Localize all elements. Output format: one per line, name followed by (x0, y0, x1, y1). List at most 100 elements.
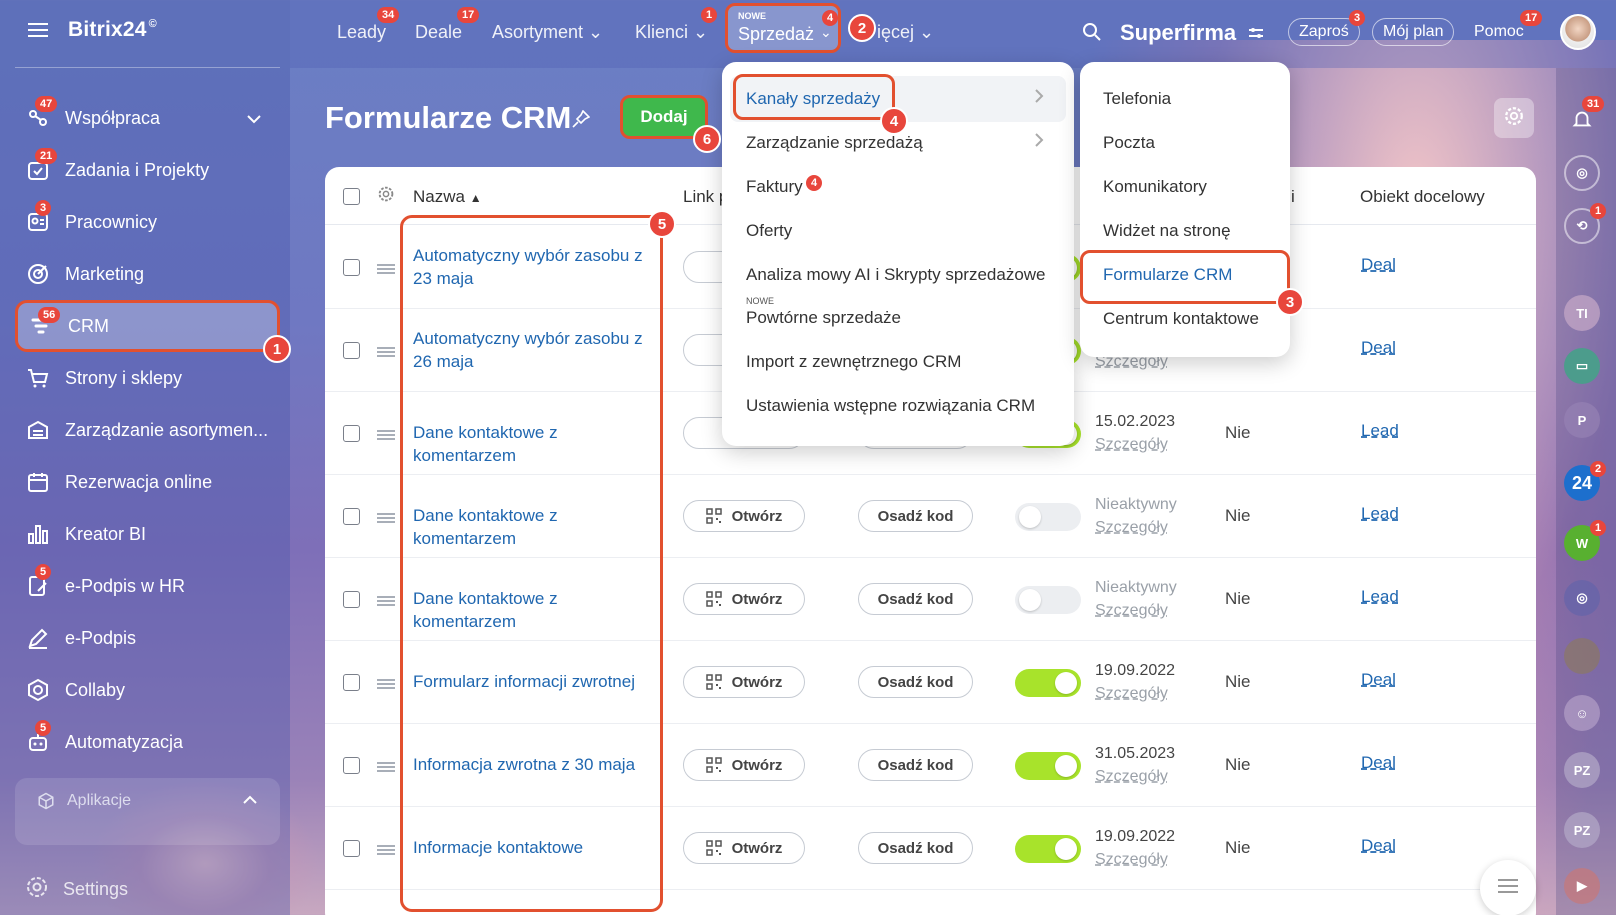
submenu-item-mail[interactable]: Poczta (1103, 133, 1155, 153)
target-object-link[interactable]: Lead (1361, 504, 1399, 524)
embed-code-button[interactable]: Osadź kod (858, 749, 973, 781)
details-link[interactable]: Szczegóły (1095, 602, 1168, 619)
drag-handle-icon[interactable] (377, 264, 395, 274)
target-object-link[interactable]: Deal (1361, 338, 1396, 358)
details-link[interactable]: Szczegóły (1095, 685, 1168, 702)
menu-item-crm-presets[interactable]: Ustawienia wstępne rozwiązania CRM (746, 396, 1035, 416)
contact-pz-avatar[interactable]: PZ (1564, 752, 1600, 788)
sidebar-item-crm[interactable]: 56 CRM (15, 300, 280, 352)
menu-item-offers[interactable]: Oferty (746, 221, 792, 241)
logo[interactable]: Bitrix24 © (68, 18, 157, 42)
row-checkbox[interactable] (343, 508, 360, 525)
open-button[interactable]: Otwórz (683, 749, 805, 781)
column-settings-gear-icon[interactable] (377, 185, 395, 208)
settings-sliders-icon[interactable] (1248, 26, 1264, 45)
row-checkbox[interactable] (343, 342, 360, 359)
submenu-item-contact-center[interactable]: Centrum kontaktowe (1103, 309, 1259, 329)
chat-bubble-icon[interactable]: ▭ (1564, 348, 1600, 384)
menu-item-sales-management[interactable]: Zarządzanie sprzedażą (746, 133, 923, 153)
company-name[interactable]: Superfirma (1120, 20, 1236, 46)
open-button[interactable]: Otwórz (683, 666, 805, 698)
embed-code-button[interactable]: Osadź kod (858, 583, 973, 615)
drag-handle-icon[interactable] (377, 762, 395, 772)
column-header-target[interactable]: Obiekt docelowy (1360, 187, 1485, 207)
sidebar-item-zadania[interactable]: 21 Zadania i Projekty (15, 144, 280, 196)
details-link[interactable]: Szczegóły (1095, 851, 1168, 868)
active-toggle[interactable] (1015, 752, 1081, 780)
nav-sprzedaz[interactable]: NOWE Sprzedaż ⌄ 4 (725, 3, 841, 53)
details-link[interactable]: Szczegóły (1095, 768, 1168, 785)
contact-ti-avatar[interactable]: TI (1564, 295, 1600, 331)
menu-item-repeat-sales[interactable]: Powtórne sprzedaże (746, 308, 901, 328)
contact-photo-avatar[interactable] (1564, 638, 1600, 674)
submenu-item-telephony[interactable]: Telefonia (1103, 89, 1171, 109)
target-object-link[interactable]: Lead (1361, 421, 1399, 441)
details-link[interactable]: Szczegóły (1095, 436, 1168, 453)
contact-pz-avatar-2[interactable]: PZ (1564, 812, 1600, 848)
target-object-link[interactable]: Deal (1361, 255, 1396, 275)
sidebar-item-epodpis[interactable]: e-Podpis (15, 612, 280, 664)
row-checkbox[interactable] (343, 674, 360, 691)
nav-asortyment[interactable]: Asortyment ⌄ (492, 22, 603, 43)
active-toggle[interactable] (1015, 669, 1081, 697)
sidebar-item-marketing[interactable]: Marketing (15, 248, 280, 300)
active-toggle[interactable] (1015, 503, 1081, 531)
select-all-checkbox[interactable] (343, 188, 360, 205)
active-toggle[interactable] (1015, 586, 1081, 614)
nav-wiecej[interactable]: ięcej ⌄ (877, 22, 934, 43)
my-plan-button[interactable]: Mój plan (1372, 18, 1455, 46)
nav-deale[interactable]: Deale (415, 22, 462, 43)
sidebar-item-wspolpraca[interactable]: 47 Współpraca (15, 92, 280, 144)
row-checkbox[interactable] (343, 425, 360, 442)
open-button[interactable]: Otwórz (683, 583, 805, 615)
row-checkbox[interactable] (343, 591, 360, 608)
user-avatar[interactable] (1560, 14, 1596, 50)
drag-handle-icon[interactable] (377, 679, 395, 689)
embed-code-button[interactable]: Osadź kod (858, 832, 973, 864)
drag-handle-icon[interactable] (377, 513, 395, 523)
nav-leady[interactable]: Leady (337, 22, 386, 43)
embed-code-button[interactable]: Osadź kod (858, 666, 973, 698)
globe-icon[interactable]: ◎ (1564, 580, 1600, 616)
page-settings-button[interactable] (1494, 98, 1534, 138)
invite-button[interactable]: Zaproś (1288, 18, 1360, 46)
drag-handle-icon[interactable] (377, 347, 395, 357)
menu-burger-icon[interactable] (28, 23, 48, 37)
sidebar-item-strony[interactable]: Strony i sklepy (15, 352, 280, 404)
sidebar-apps-section[interactable]: Aplikacje (15, 778, 280, 845)
drag-handle-icon[interactable] (377, 845, 395, 855)
pin-icon[interactable] (572, 109, 591, 133)
video-camera-icon[interactable]: ▶ (1564, 868, 1600, 904)
sidebar-item-rezerwacja[interactable]: Rezerwacja online (15, 456, 280, 508)
row-checkbox[interactable] (343, 840, 360, 857)
submenu-item-website-widget[interactable]: Widżet na stronę (1103, 221, 1231, 241)
embed-code-button[interactable]: Osadź kod (858, 500, 973, 532)
sidebar-item-asortyment[interactable]: Zarządzanie asortymen... (15, 404, 280, 456)
open-button[interactable]: Otwórz (683, 500, 805, 532)
chevron-down-icon[interactable] (246, 108, 262, 129)
chat-list-fab[interactable] (1480, 860, 1536, 915)
submenu-item-messengers[interactable]: Komunikatory (1103, 177, 1207, 197)
sidebar-item-automatyzacja[interactable]: 5 Automatyzacja (15, 716, 280, 768)
sidebar-item-collaby[interactable]: Collaby (15, 664, 280, 716)
drag-handle-icon[interactable] (377, 430, 395, 440)
sidebar-item-epodpis-hr[interactable]: 5 e-Podpis w HR (15, 560, 280, 612)
target-object-link[interactable]: Deal (1361, 670, 1396, 690)
row-checkbox[interactable] (343, 757, 360, 774)
menu-item-ai-speech[interactable]: Analiza mowy AI i Skrypty sprzedażowe (746, 265, 1046, 285)
drag-handle-icon[interactable] (377, 596, 395, 606)
target-icon[interactable]: ◎ (1564, 155, 1600, 191)
row-checkbox[interactable] (343, 259, 360, 276)
menu-item-invoices[interactable]: Faktury (746, 177, 803, 197)
nav-klienci[interactable]: Klienci ⌄ (635, 22, 708, 43)
target-object-link[interactable]: Deal (1361, 836, 1396, 856)
menu-item-import-crm[interactable]: Import z zewnętrznego CRM (746, 352, 961, 372)
search-icon[interactable] (1082, 22, 1102, 47)
sidebar-item-kreator-bi[interactable]: Kreator BI (15, 508, 280, 560)
column-header-partial-i[interactable]: i (1291, 187, 1295, 207)
details-link[interactable]: Szczegóły (1095, 519, 1168, 536)
active-toggle[interactable] (1015, 835, 1081, 863)
group-icon[interactable]: ☺ (1564, 695, 1600, 731)
open-button[interactable]: Otwórz (683, 832, 805, 864)
target-object-link[interactable]: Deal (1361, 753, 1396, 773)
